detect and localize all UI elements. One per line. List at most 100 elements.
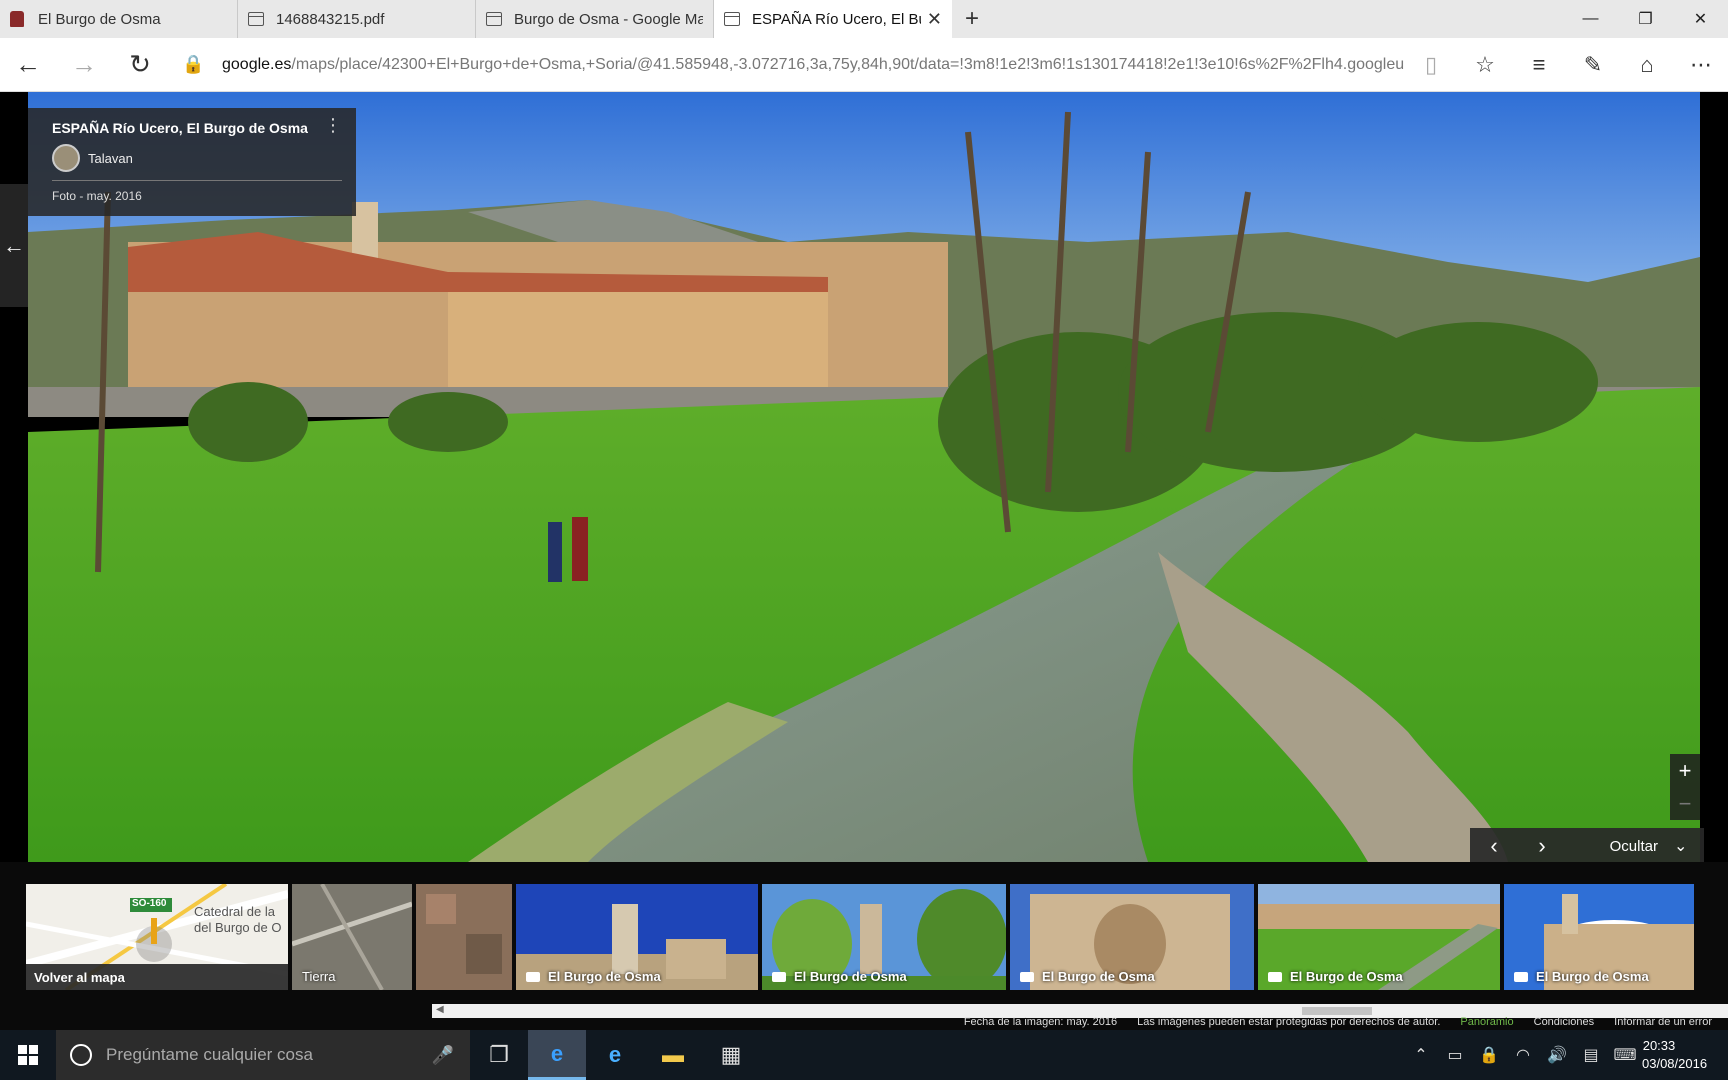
forward-button[interactable]: →: [56, 38, 112, 92]
panoramio-logo[interactable]: Panoramio: [1460, 1016, 1513, 1028]
url-path: /maps/place/42300+El+Burgo+de+Osma,+Sori…: [291, 55, 1404, 73]
photo-thumbnail-1[interactable]: El Burgo de Osma: [516, 884, 758, 990]
map-place-label: Catedral de la: [194, 904, 275, 919]
battery-icon[interactable]: ▭: [1438, 1045, 1472, 1065]
avatar: [52, 144, 80, 172]
tab-google-maps[interactable]: Burgo de Osma - Google Ma: [476, 0, 714, 38]
thumbnail-strip: SO-160 Catedral de la del Burgo de O Vol…: [0, 862, 1728, 1030]
next-photo-button[interactable]: ›: [1518, 833, 1566, 859]
tab-label: Burgo de Osma - Google Ma: [514, 10, 703, 28]
earth-thumbnail[interactable]: Tierra: [292, 884, 412, 990]
more-icon[interactable]: ⋯: [1674, 38, 1728, 92]
copyright-notice: Las imágenes pueden estar protegidas por…: [1137, 1016, 1441, 1028]
double-chevron-down-icon[interactable]: ⌄: [1674, 836, 1704, 856]
back-to-map-button[interactable]: Volver al mapa: [26, 964, 288, 990]
aerial-town-image: [416, 884, 512, 990]
tab-label: ESPAÑA Río Ucero, El Bu: [752, 10, 921, 28]
page-icon: [486, 12, 502, 26]
tab-el-burgo[interactable]: El Burgo de Osma: [0, 0, 238, 38]
photo-thumbnail-4[interactable]: El Burgo de Osma: [1258, 884, 1500, 990]
map-place-label-2: del Burgo de O: [194, 920, 282, 935]
share-icon[interactable]: ⌂: [1620, 38, 1674, 92]
store-icon[interactable]: ▦: [702, 1030, 760, 1080]
camera-icon: [526, 971, 540, 982]
search-placeholder: Pregúntame cualquier cosa: [106, 1045, 313, 1064]
divider: [52, 180, 342, 181]
restore-button[interactable]: ❐: [1618, 0, 1673, 38]
camera-icon: [1514, 971, 1528, 982]
photo-viewer: ← ESPAÑA Río Ucero, El Burgo de Osma ⋮ T…: [0, 92, 1728, 862]
lock-icon: 🔒: [182, 54, 205, 74]
start-button[interactable]: [0, 1030, 56, 1080]
photo-thumbnail-3[interactable]: El Burgo de Osma: [1010, 884, 1254, 990]
scroll-left-icon[interactable]: ◀: [436, 1004, 444, 1015]
tab-bar: El Burgo de Osma 1468843215.pdf Burgo de…: [0, 0, 1728, 38]
zoom-out-button[interactable]: −: [1679, 791, 1692, 817]
image-date: Fecha de la imagen: may. 2016: [963, 1016, 1118, 1028]
chevron-up-icon[interactable]: ⌃: [1404, 1045, 1438, 1065]
map-thumbnail[interactable]: SO-160 Catedral de la del Burgo de O Vol…: [26, 884, 288, 990]
thumbnail-caption: El Burgo de Osma: [526, 969, 661, 984]
url-host: google.es: [222, 55, 292, 73]
tab-label: El Burgo de Osma: [38, 10, 161, 28]
file-explorer-icon[interactable]: ▬: [644, 1030, 702, 1080]
tab-pdf[interactable]: 1468843215.pdf: [238, 0, 476, 38]
new-tab-button[interactable]: +: [952, 0, 992, 38]
reading-view-icon[interactable]: ▯: [1404, 38, 1458, 92]
photo-date: Foto - may. 2016: [52, 189, 142, 203]
zoom-in-button[interactable]: +: [1679, 758, 1692, 784]
minimize-button[interactable]: —: [1563, 0, 1618, 38]
photo-nav-panel: ‹ › Ocultar ⌄: [1470, 828, 1704, 862]
cortana-icon: [70, 1044, 92, 1066]
page-icon: [248, 12, 264, 26]
address-toolbar: ← → ↻ 🔒 google.es/maps/place/42300+El+Bu…: [0, 38, 1728, 92]
photo-author[interactable]: Talavan: [52, 144, 356, 172]
address-field[interactable]: 🔒 google.es/maps/place/42300+El+Burgo+de…: [168, 38, 1404, 92]
more-options-icon[interactable]: ⋮: [324, 116, 342, 134]
site-favicon-icon: [10, 11, 24, 27]
camera-icon: [1020, 971, 1034, 982]
edge-icon[interactable]: e: [528, 1030, 586, 1080]
windows-logo-icon: [18, 1045, 38, 1065]
camera-icon: [1268, 971, 1282, 982]
previous-photo-button[interactable]: ‹: [1470, 833, 1518, 859]
back-button[interactable]: ←: [0, 38, 56, 92]
taskbar: Pregúntame cualquier cosa 🎤 ❐ e e ▬ ▦ ⌃ …: [0, 1030, 1728, 1080]
close-window-button[interactable]: ✕: [1673, 0, 1728, 38]
hide-button[interactable]: Ocultar: [1566, 838, 1674, 855]
system-tray: ⌃ ▭ 🔒 ◠ 🔊 ▤ ⌨ 20:33 03/08/2016: [1404, 1030, 1728, 1080]
photo-thumbnail-5[interactable]: El Burgo de Osma: [1504, 884, 1694, 990]
page-icon: [724, 12, 740, 26]
aerial-thumbnail[interactable]: [416, 884, 512, 990]
task-view-button[interactable]: ❐: [470, 1030, 528, 1080]
terms-link[interactable]: Condiciones: [1534, 1016, 1595, 1028]
volume-icon[interactable]: 🔊: [1540, 1045, 1574, 1065]
camera-icon: [772, 971, 786, 982]
tab-label: 1468843215.pdf: [276, 10, 385, 28]
thumbnail-caption: El Burgo de Osma: [1514, 969, 1649, 984]
web-note-icon[interactable]: ✎: [1566, 38, 1620, 92]
cortana-search[interactable]: Pregúntame cualquier cosa 🎤: [56, 1030, 470, 1080]
photo-thumbnail-2[interactable]: El Burgo de Osma: [762, 884, 1006, 990]
tab-active-photo[interactable]: ESPAÑA Río Ucero, El Bu ✕: [714, 0, 952, 38]
microphone-icon[interactable]: 🎤: [432, 1045, 454, 1066]
back-arrow-button[interactable]: ←: [0, 184, 28, 307]
window-controls: — ❐ ✕: [1563, 0, 1728, 38]
notifications-icon[interactable]: ▤: [1574, 1045, 1608, 1065]
clock[interactable]: 20:33 03/08/2016: [1642, 1037, 1728, 1073]
keyboard-icon[interactable]: ⌨: [1608, 1045, 1642, 1065]
wifi-icon[interactable]: ◠: [1506, 1045, 1540, 1065]
hub-icon[interactable]: ≡: [1512, 38, 1566, 92]
browser-tools: ▯ ☆ ≡ ✎ ⌂ ⋯: [1404, 38, 1728, 92]
thumbnail-caption: El Burgo de Osma: [1268, 969, 1403, 984]
close-tab-icon[interactable]: ✕: [927, 9, 942, 30]
refresh-button[interactable]: ↻: [112, 38, 168, 92]
internet-explorer-icon[interactable]: e: [586, 1030, 644, 1080]
clock-date: 03/08/2016: [1642, 1056, 1708, 1071]
thumbnail-caption: El Burgo de Osma: [772, 969, 907, 984]
photo-info-card: ESPAÑA Río Ucero, El Burgo de Osma ⋮ Tal…: [28, 108, 356, 216]
author-name: Talavan: [88, 150, 133, 166]
favorite-star-icon[interactable]: ☆: [1458, 38, 1512, 92]
report-error-link[interactable]: Informar de un error: [1614, 1016, 1712, 1028]
security-icon[interactable]: 🔒: [1472, 1045, 1506, 1065]
